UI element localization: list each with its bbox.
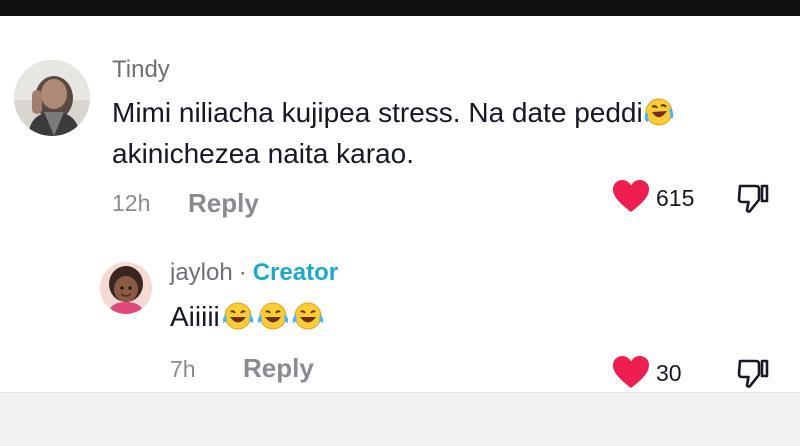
rolling-on-floor-laughing-emoji-icon bbox=[644, 97, 674, 127]
reply-username-row: jayloh · Creator bbox=[170, 259, 338, 287]
creator-badge: Creator bbox=[252, 259, 339, 286]
face-with-tears-of-joy-emoji-icon bbox=[221, 301, 255, 331]
like-count: 615 bbox=[656, 185, 695, 211]
thumbs-down-icon[interactable] bbox=[736, 355, 772, 391]
top-status-bar bbox=[0, 0, 800, 16]
avatar[interactable] bbox=[14, 60, 90, 136]
reply-button[interactable]: Reply bbox=[243, 353, 314, 384]
comment-text-line: akinichezea naita karao. bbox=[112, 138, 414, 169]
reply-text: Aiiiii bbox=[170, 296, 325, 337]
comment-text-line: Mimi niliacha kujipea stress. Na date pe… bbox=[112, 97, 643, 128]
comment-timestamp: 12h bbox=[112, 190, 151, 216]
reply-timestamp: 7h bbox=[170, 356, 196, 382]
separator: · bbox=[238, 259, 247, 286]
avatar[interactable] bbox=[100, 262, 152, 314]
comment-text: Mimi niliacha kujipea stress. Na date pe… bbox=[112, 92, 782, 174]
heart-icon[interactable] bbox=[612, 355, 650, 389]
face-with-tears-of-joy-emoji-icon bbox=[256, 301, 290, 331]
reply-text-content: Aiiiii bbox=[170, 301, 220, 332]
like-count: 30 bbox=[656, 360, 682, 386]
reply-username[interactable]: jayloh bbox=[170, 259, 233, 287]
thumbs-down-icon[interactable] bbox=[736, 180, 772, 216]
heart-icon[interactable] bbox=[612, 179, 650, 213]
bottom-panel bbox=[0, 392, 800, 446]
face-with-tears-of-joy-emoji-icon bbox=[291, 301, 325, 331]
reply-button[interactable]: Reply bbox=[188, 188, 259, 219]
comment-username[interactable]: Tindy bbox=[112, 56, 170, 84]
